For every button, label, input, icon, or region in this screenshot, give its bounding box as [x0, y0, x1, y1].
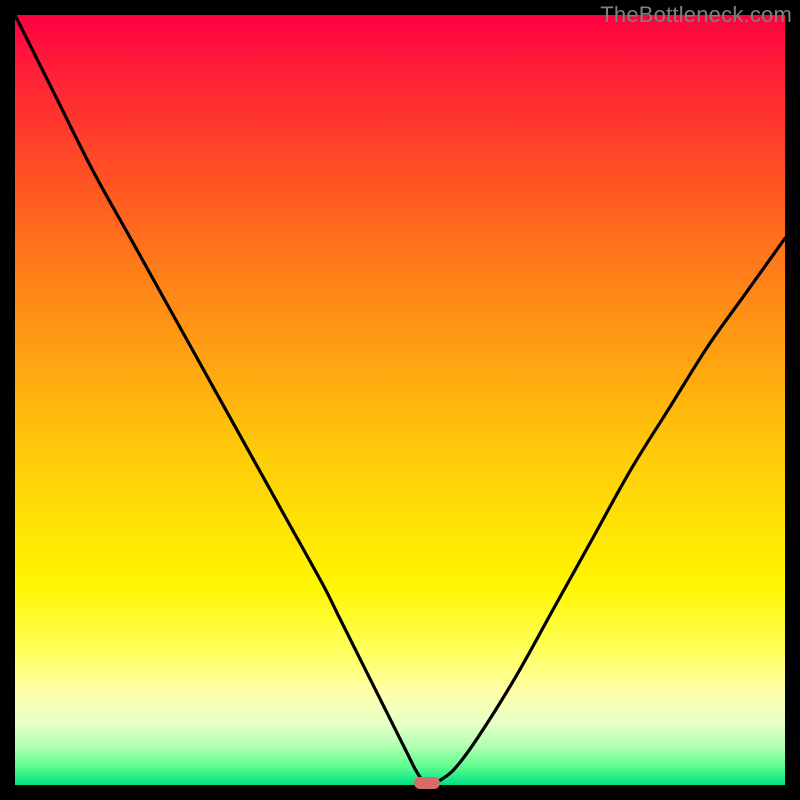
watermark-text: TheBottleneck.com: [600, 2, 792, 28]
gradient-background: [15, 15, 785, 785]
minimum-marker: [414, 777, 440, 789]
chart-frame: TheBottleneck.com: [0, 0, 800, 800]
